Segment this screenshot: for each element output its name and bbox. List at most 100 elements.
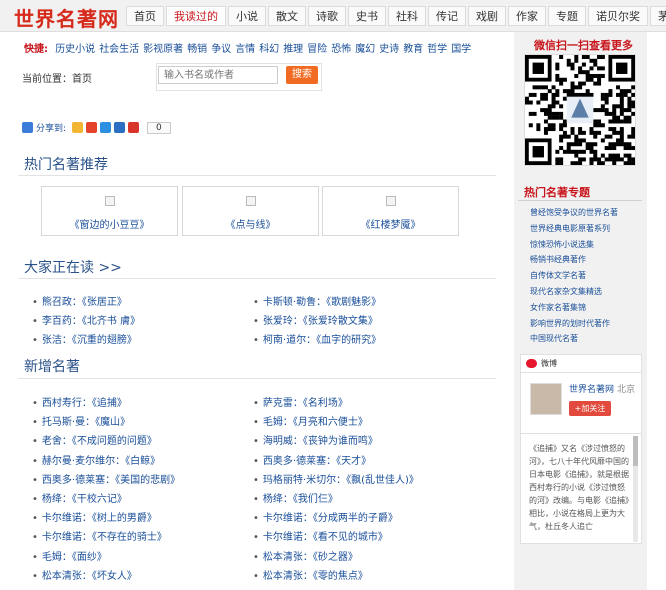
author-link[interactable]: 张洁 [42,335,62,346]
author-link[interactable]: 玛格丽特·米切尔 [263,475,336,486]
book-link[interactable]: 《张居正》 [82,297,127,308]
nav-item[interactable]: 诗歌 [308,6,346,26]
book-link[interactable]: 《美国的悲剧》 [115,475,180,486]
author-link[interactable]: 毛姆 [263,417,283,428]
nav-item[interactable]: 专题 [548,6,586,26]
author-link[interactable]: 赫尔曼·麦尔维尔 [42,456,115,467]
book-card[interactable]: 《红楼梦魇》 [322,186,459,236]
author-link[interactable]: 松本清张 [263,571,303,582]
quick-link[interactable]: 史诗 [379,44,399,55]
book-link[interactable]: 《坏女人》 [92,571,137,582]
hot-topic-link[interactable]: 世界经典电影原著系列 [530,223,610,234]
author-link[interactable]: 西村寿行 [42,398,82,409]
author-link[interactable]: 卡斯顿·勒鲁 [263,297,316,308]
weibo-account-name[interactable]: 世界名著网 [569,385,614,395]
qzone-icon[interactable] [72,122,84,133]
book-title-link[interactable]: 《红楼梦魇》 [323,216,458,231]
quick-link[interactable]: 冒险 [307,44,327,55]
hot-topic-link[interactable]: 曾经饱受争议的世界名著 [530,207,618,218]
quick-link[interactable]: 魔幻 [355,44,375,55]
hot-topic-link[interactable]: 现代名家杂文集精选 [530,286,602,297]
book-link[interactable]: 《看不见的城市》 [313,532,388,543]
book-link[interactable]: 《白鲸》 [125,456,160,467]
nav-item[interactable]: 散文 [268,6,306,26]
book-cover-image[interactable] [385,196,396,206]
author-link[interactable]: 毛姆 [42,552,62,563]
kaixin-icon[interactable] [128,122,140,133]
book-cover-image[interactable] [245,196,256,206]
book-link[interactable]: 《月亮和六便士》 [293,417,368,428]
nav-item[interactable]: 传记 [428,6,466,26]
book-link[interactable]: 《我们仨》 [293,494,338,505]
quick-link[interactable]: 国学 [451,44,471,55]
book-link[interactable]: 《树上的男爵》 [92,513,157,524]
author-link[interactable]: 卡尔维诺 [42,513,82,524]
quick-link[interactable]: 社会生活 [99,44,139,55]
author-link[interactable]: 卡尔维诺 [263,532,303,543]
book-link[interactable]: 《不存在的骑士》 [92,532,167,543]
author-link[interactable]: 张爱玲 [263,316,293,327]
book-link[interactable]: 《面纱》 [72,552,107,563]
author-link[interactable]: 西奥多·德莱塞 [42,475,105,486]
book-cover-image[interactable] [104,196,115,206]
book-link[interactable]: 《干校六记》 [72,494,127,505]
avatar[interactable] [530,383,562,415]
breadcrumb-home-link[interactable]: 首页 [72,74,92,85]
quick-link[interactable]: 影视原著 [143,44,183,55]
quick-link[interactable]: 畅销 [187,44,207,55]
quick-link[interactable]: 言情 [235,44,255,55]
quick-link[interactable]: 恐怖 [331,44,351,55]
author-link[interactable]: 老舍 [42,436,62,447]
scrollbar-thumb[interactable] [633,436,638,466]
weibo-share-icon[interactable] [86,122,98,133]
author-link[interactable]: 李百药 [42,316,72,327]
book-link[interactable]: 《飘(乱世佳人)》 [346,475,419,486]
quick-link[interactable]: 科幻 [259,44,279,55]
nav-item[interactable]: 作家 [508,6,546,26]
book-link[interactable]: 《北齐书 膚》 [82,316,140,327]
author-link[interactable]: 柯南·道尔 [263,335,306,346]
hot-topic-link[interactable]: 女作家名著集锦 [530,302,586,313]
author-link[interactable]: 杨绛 [263,494,283,505]
book-link[interactable]: 《名利场》 [303,398,348,409]
hot-topic-link[interactable]: 惊悚恐怖小说选集 [530,239,594,250]
book-link[interactable]: 《不成问题的问题》 [72,436,157,447]
author-link[interactable]: 萨克雷 [263,398,293,409]
quick-link[interactable]: 哲学 [427,44,447,55]
quick-link[interactable]: 教育 [403,44,423,55]
follow-button[interactable]: +加关注 [569,401,611,416]
book-link[interactable]: 《天才》 [336,456,371,467]
quick-link[interactable]: 争议 [211,44,231,55]
author-link[interactable]: 卡尔维诺 [42,532,82,543]
author-link[interactable]: 托马斯·曼 [42,417,85,428]
book-link[interactable]: 《零的焦点》 [313,571,368,582]
nav-item[interactable]: 我读过的 [166,6,226,26]
reading-section-title[interactable]: 大家正在读 >> [24,257,122,277]
book-title-link[interactable]: 《窗边的小豆豆》 [42,216,177,231]
author-link[interactable]: 西奥多·德莱塞 [263,456,326,467]
book-link[interactable]: 《张爱玲散文集》 [303,316,378,327]
quick-link[interactable]: 推理 [283,44,303,55]
hot-topic-link[interactable]: 影响世界的划时代著作 [530,318,610,329]
book-link[interactable]: 《血字的研究》 [316,335,381,346]
book-card[interactable]: 《窗边的小豆豆》 [41,186,178,236]
author-link[interactable]: 卡尔维诺 [263,513,303,524]
book-link[interactable]: 《追捕》 [92,398,127,409]
book-title-link[interactable]: 《点与线》 [183,216,318,231]
book-link[interactable]: 《歌剧魅影》 [326,297,381,308]
search-button[interactable]: 搜索 [286,66,318,84]
book-link[interactable]: 《丧钟为谁而鸣》 [303,436,378,447]
nav-item[interactable]: 首页 [126,6,164,26]
weibo-scrollbar[interactable] [633,436,638,542]
author-link[interactable]: 海明威 [263,436,293,447]
book-link[interactable]: 《魔山》 [95,417,130,428]
author-link[interactable]: 熊召政 [42,297,72,308]
book-card[interactable]: 《点与线》 [182,186,319,236]
search-input[interactable] [158,66,278,84]
nav-item[interactable]: 小说 [228,6,266,26]
renren-icon[interactable] [114,122,126,133]
book-link[interactable]: 《分成两半的子爵》 [313,513,398,524]
book-link[interactable]: 《沉重的翅膀》 [72,335,137,346]
nav-item[interactable]: 社科 [388,6,426,26]
hot-topic-link[interactable]: 中国现代名著 [530,333,578,344]
